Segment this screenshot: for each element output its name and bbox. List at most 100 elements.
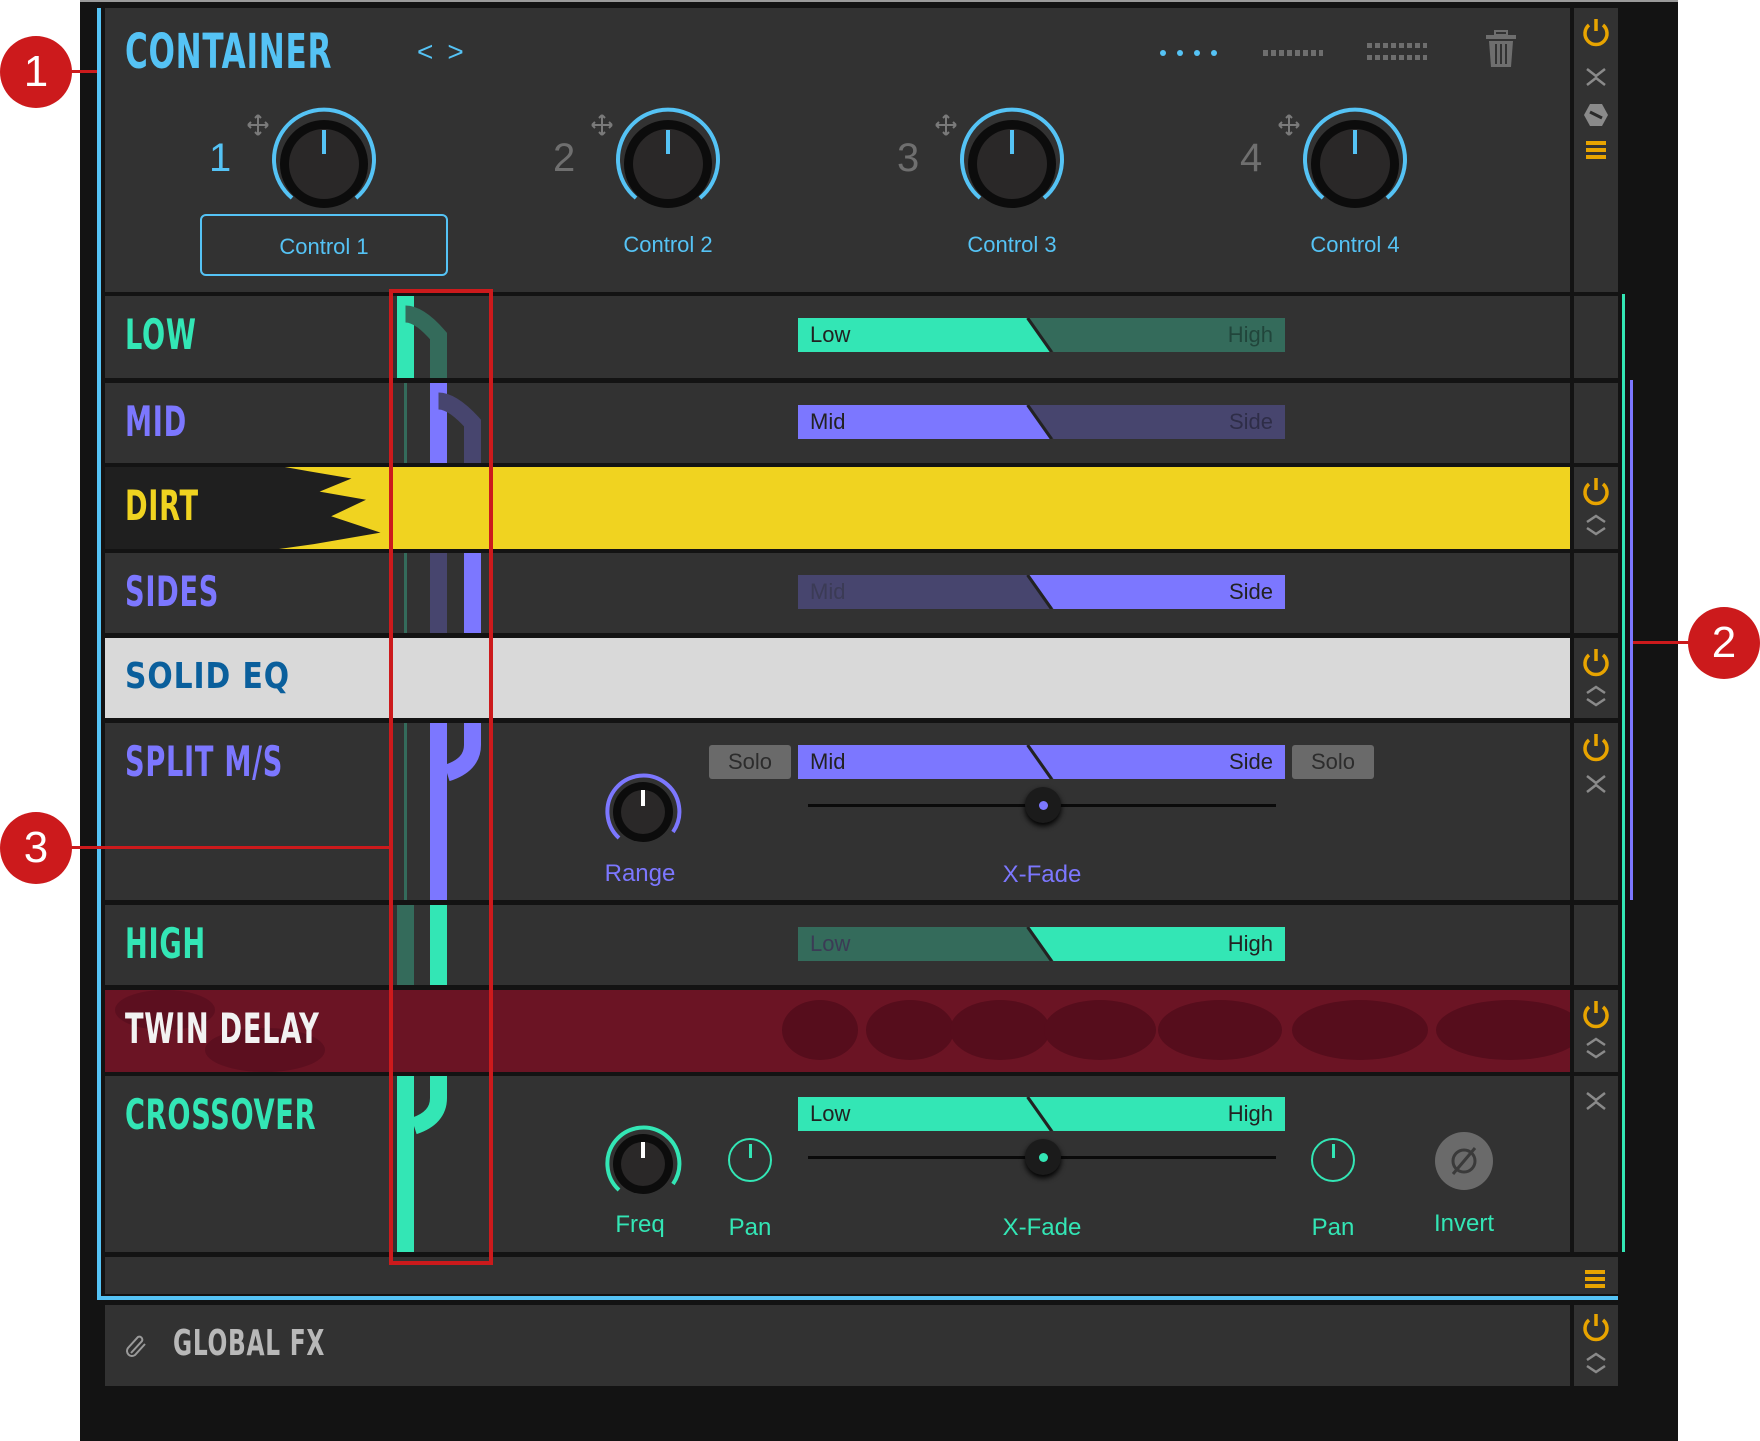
move-handle-icon[interactable] [934, 113, 958, 141]
row-title: HIGH [125, 919, 206, 968]
power-icon[interactable] [1580, 646, 1612, 682]
macro-number: 3 [897, 136, 920, 180]
macro-knob[interactable] [956, 106, 1068, 222]
container-footer [105, 1257, 1618, 1294]
macro-label-button[interactable]: Control 4 [1231, 214, 1479, 276]
split-right-label: Side [1228, 749, 1273, 774]
collapse-icon[interactable] [1584, 66, 1608, 92]
layout-16-dots-button[interactable] [1367, 43, 1427, 63]
expand-icon[interactable] [1584, 1351, 1608, 1379]
macro-knob[interactable] [612, 106, 724, 222]
add-module-menu-icon[interactable] [1585, 1270, 1605, 1292]
split-right-label: Side [1228, 409, 1273, 434]
xfade-slider-handle[interactable] [1025, 1139, 1061, 1175]
move-handle-icon[interactable] [590, 113, 614, 141]
row-title: SPLIT M/S [125, 737, 284, 786]
split-left-label: Low [810, 1101, 851, 1126]
row-title: CROSSOVER [125, 1090, 317, 1139]
phase-invert-icon [1451, 1147, 1477, 1175]
routing-lanes [404, 553, 481, 633]
pan-left-label: Pan [728, 1214, 772, 1241]
row-side-panel [1574, 467, 1618, 549]
power-icon[interactable] [1580, 998, 1612, 1034]
row-side-panel [1574, 553, 1618, 633]
paperclip-icon [125, 1333, 149, 1363]
bypass-hex-icon[interactable] [1583, 103, 1609, 131]
layout-4-dots-button[interactable] [1160, 50, 1217, 56]
callout-3-leader [70, 846, 390, 849]
split-selector[interactable]: Mid Side [798, 575, 1285, 609]
row-side-panel [1574, 723, 1618, 900]
row-title: LOW [125, 310, 197, 359]
power-icon[interactable] [1580, 731, 1612, 767]
solo-side-button[interactable]: Solo [1292, 745, 1374, 779]
freq-label: Freq [615, 1211, 665, 1238]
macro-knob[interactable] [1299, 106, 1411, 222]
global-fx-side-panel [1574, 1305, 1618, 1386]
row-title: SIDES [125, 567, 220, 616]
next-preset-button[interactable]: > [447, 36, 463, 68]
collapse-icon[interactable] [1584, 1090, 1608, 1116]
row-side-panel [1574, 905, 1618, 985]
expand-icon[interactable] [1584, 684, 1608, 712]
trash-icon[interactable] [1485, 30, 1517, 72]
row-side-panel [1574, 383, 1618, 463]
menu-icon[interactable] [1586, 141, 1606, 163]
macro-label-button[interactable]: Control 2 [544, 214, 792, 276]
split-right-label: High [1227, 931, 1273, 956]
row-panel: SOLID EQ [105, 638, 1570, 718]
split-selector[interactable]: Low High [798, 927, 1285, 961]
callout-3: 3 [0, 812, 72, 884]
split-right-label: Side [1228, 579, 1273, 604]
range-knob[interactable] [601, 768, 685, 856]
split-selector[interactable]: Mid Side [798, 745, 1285, 779]
power-icon[interactable] [1580, 1311, 1612, 1347]
solo-mid-button[interactable]: Solo [709, 745, 791, 779]
split-left-label: Low [810, 322, 851, 347]
pan-right-knob[interactable] [1311, 1138, 1355, 1182]
split-selector[interactable]: Mid Side [798, 405, 1285, 439]
collapse-icon[interactable] [1584, 773, 1608, 799]
invert-phase-button[interactable] [1435, 1132, 1493, 1190]
row-side-panel [1574, 1076, 1618, 1252]
expand-icon[interactable] [1584, 513, 1608, 541]
xfade-slider-handle[interactable] [1025, 787, 1061, 823]
callout-1: 1 [0, 36, 72, 108]
row-title: SOLID EQ [125, 656, 291, 697]
macro-number: 2 [553, 136, 576, 180]
row-title: TWIN DELAY [125, 1004, 320, 1053]
xfade-label: X-Fade [1002, 1214, 1082, 1241]
prev-preset-button[interactable]: < [417, 36, 433, 68]
container-selection-bar [97, 8, 101, 1300]
split-left-label: Mid [810, 749, 846, 774]
expand-icon[interactable] [1584, 1036, 1608, 1064]
freq-knob[interactable] [601, 1120, 685, 1208]
routing-lanes [404, 723, 481, 900]
split-selector[interactable]: Low High [798, 318, 1285, 352]
routing-lanes [397, 1076, 447, 1252]
move-handle-icon[interactable] [246, 113, 270, 141]
power-icon[interactable] [1580, 475, 1612, 511]
row-side-panel [1574, 296, 1618, 378]
global-fx-row[interactable]: GLOBAL FX [105, 1305, 1570, 1386]
container-title: CONTAINER [125, 24, 333, 80]
split-left-label: Mid [810, 579, 846, 604]
range-label: Range [604, 860, 676, 887]
pan-left-knob[interactable] [728, 1138, 772, 1182]
callout-2: 2 [1688, 607, 1760, 679]
row-side-panel [1574, 990, 1618, 1072]
macro-number: 4 [1240, 136, 1263, 180]
layout-8-dots-button[interactable] [1263, 50, 1323, 56]
split-selector[interactable]: Low High [798, 1097, 1285, 1131]
row-panel: TWIN DELAY [105, 990, 1570, 1072]
macro-knob[interactable] [268, 106, 380, 222]
invert-label: Invert [1433, 1210, 1495, 1237]
macro-label-button[interactable]: Control 3 [888, 214, 1136, 276]
move-handle-icon[interactable] [1277, 113, 1301, 141]
routing-lanes [404, 383, 481, 463]
macro-label-button[interactable]: Control 1 [200, 214, 448, 276]
split-left-label: Low [810, 931, 851, 956]
power-icon[interactable] [1580, 16, 1612, 48]
routing-lanes [397, 296, 447, 378]
routing-lanes [397, 905, 447, 985]
